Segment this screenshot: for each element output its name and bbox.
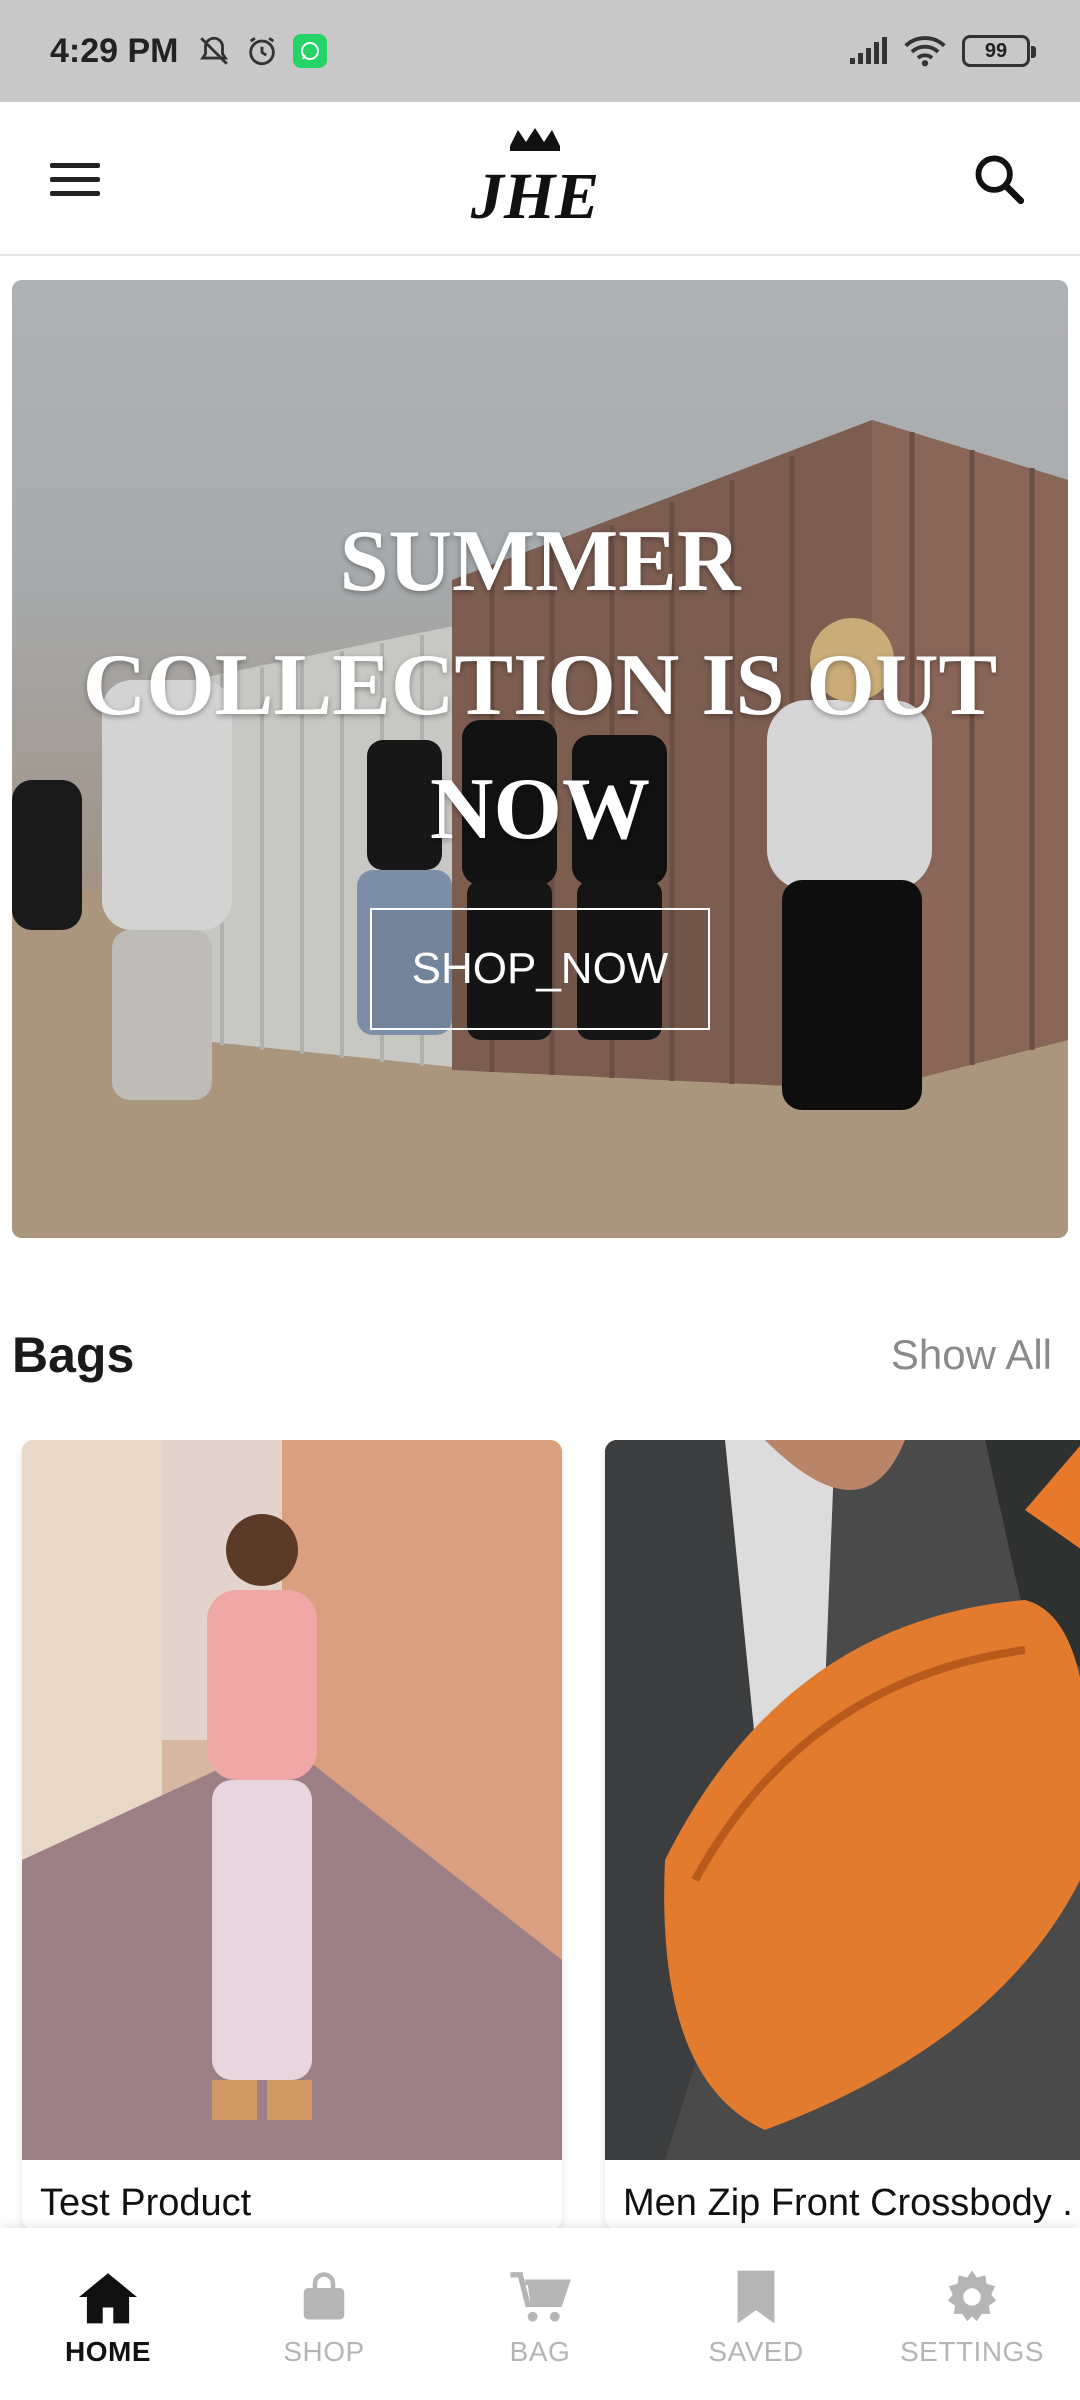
bags-section-header: Bags Show All bbox=[12, 1320, 1052, 1390]
cart-icon bbox=[505, 2266, 575, 2328]
status-bar: 4:29 PM 99 bbox=[0, 0, 1080, 102]
shop-now-button[interactable]: SHOP_NOW bbox=[370, 908, 710, 1030]
signal-icon bbox=[848, 36, 888, 66]
status-icons-left bbox=[197, 34, 327, 68]
bookmark-icon bbox=[721, 2266, 791, 2328]
nav-saved[interactable]: SAVED bbox=[648, 2228, 864, 2400]
nav-home[interactable]: HOME bbox=[0, 2228, 216, 2400]
logo-text: JHE bbox=[470, 160, 599, 233]
gear-icon bbox=[937, 2266, 1007, 2328]
hamburger-menu-icon[interactable] bbox=[50, 152, 104, 206]
hero-banner[interactable]: SUMMER COLLECTION IS OUT NOW SHOP_NOW bbox=[12, 280, 1068, 1238]
brand-logo[interactable]: JHE bbox=[470, 126, 600, 236]
status-time: 4:29 PM bbox=[50, 31, 179, 70]
search-icon[interactable] bbox=[970, 150, 1028, 208]
nav-label: HOME bbox=[65, 2336, 151, 2367]
nav-shop[interactable]: SHOP bbox=[216, 2228, 432, 2400]
mute-bell-icon bbox=[197, 34, 231, 68]
product-image bbox=[22, 1440, 562, 2160]
product-carousel[interactable]: Test Product Men Zip Front Crossbody . bbox=[0, 1440, 1080, 2230]
show-all-link[interactable]: Show All bbox=[891, 1331, 1052, 1379]
nav-settings[interactable]: SETTINGS bbox=[864, 2228, 1080, 2400]
status-icons-right: 99 bbox=[848, 35, 1036, 67]
product-name: Test Product bbox=[40, 2182, 252, 2224]
app-header: JHE bbox=[0, 102, 1080, 256]
product-card[interactable]: Test Product bbox=[22, 1440, 562, 2230]
alarm-icon bbox=[245, 34, 279, 68]
nav-label: SAVED bbox=[708, 2336, 804, 2367]
product-card[interactable]: Men Zip Front Crossbody . bbox=[605, 1440, 1080, 2230]
nav-label: SETTINGS bbox=[899, 2336, 1044, 2367]
home-icon bbox=[73, 2266, 143, 2328]
nav-label: SHOP bbox=[283, 2336, 365, 2367]
nav-label: BAG bbox=[509, 2336, 571, 2367]
nav-bag[interactable]: BAG bbox=[432, 2228, 648, 2400]
shopping-bag-icon bbox=[289, 2266, 359, 2328]
whatsapp-icon bbox=[292, 34, 327, 68]
wifi-icon bbox=[904, 35, 946, 67]
bottom-navigation: HOME SHOP BAG SAVED SETTINGS bbox=[0, 2228, 1080, 2400]
product-name: Men Zip Front Crossbody . bbox=[623, 2182, 1073, 2224]
product-image bbox=[605, 1440, 1080, 2160]
section-title: Bags bbox=[12, 1327, 135, 1383]
hero-title: SUMMER COLLECTION IS OUT NOW bbox=[82, 513, 998, 858]
battery-icon: 99 bbox=[962, 35, 1036, 67]
